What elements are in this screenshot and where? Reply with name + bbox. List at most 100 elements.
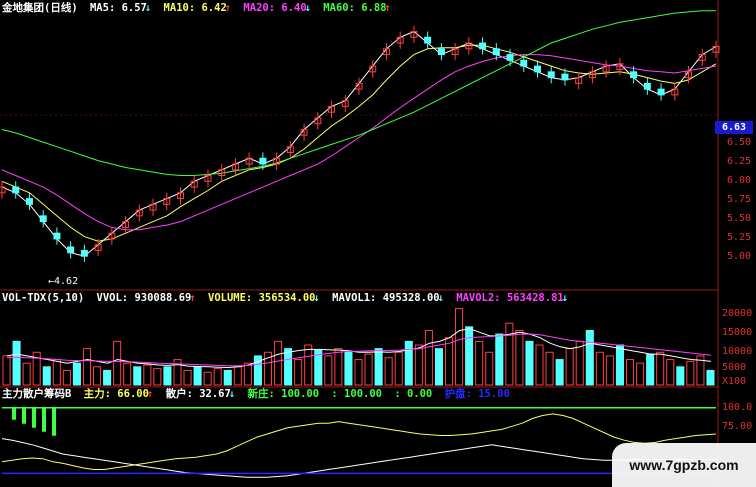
volume-bar: [12, 340, 21, 386]
volume-bar: [545, 351, 554, 386]
volume-header: VOL-TDX(5,10) VVOL: 930088.69↑ VOLUME: 3…: [2, 291, 574, 305]
mavol-line-2: [6, 333, 712, 367]
volume-bar: [565, 348, 574, 386]
volume-bar: [203, 371, 212, 386]
volume-bar: [444, 337, 454, 386]
vvol-arrow: ↑: [189, 292, 196, 304]
volume-bar: [133, 366, 142, 386]
indicator-tick: 100.0: [722, 402, 753, 413]
volume-bar: [82, 348, 92, 386]
volume-bar: [495, 333, 504, 386]
volume-bar: [625, 359, 635, 386]
volume-bar: [636, 362, 645, 386]
candle-body: [437, 48, 445, 56]
volume-bar: [153, 368, 162, 386]
candle-body: [520, 59, 528, 67]
volume-bar: [455, 308, 464, 386]
retail-arrow: ↓: [228, 388, 236, 400]
volume-bar: [686, 360, 695, 386]
volume-bar: [666, 359, 675, 386]
candle-body: [25, 198, 33, 205]
volume-bar: [364, 353, 373, 386]
volume-bar: [284, 348, 293, 386]
indicator-histogram-bar: [42, 407, 46, 432]
volume-bar: [404, 340, 413, 386]
volume-bar: [706, 369, 715, 386]
indicator-histogram-bar: [32, 407, 36, 428]
indicator-tick: 75.00: [722, 421, 753, 432]
ma5-arrow: ↓: [144, 2, 152, 14]
vvol-value: VVOL: 930088.69: [96, 292, 192, 304]
volume-bar: [505, 322, 514, 386]
indicator-histogram-bar: [22, 407, 26, 424]
volume-tick: 15000: [722, 327, 753, 338]
volume-bar: [535, 344, 544, 386]
volume-bar: [424, 329, 433, 386]
ma10-arrow: ↑: [224, 2, 232, 14]
volume-bar: [595, 351, 604, 386]
volume-bar: [324, 355, 333, 386]
volume-bar: [183, 369, 192, 386]
price-tick: 5.00: [727, 251, 752, 262]
volume-tick: 20000: [722, 308, 753, 319]
mavol2-arrow: ↓: [561, 292, 569, 304]
indicator-histogram-bar: [12, 407, 16, 420]
ma20-arrow: ↓: [304, 2, 311, 14]
candle-body: [506, 54, 514, 61]
volume-bar: [394, 351, 403, 386]
vol-indicator-name: VOL-TDX(5,10): [2, 292, 85, 304]
candle-body: [12, 186, 20, 194]
ma5-value: MA5: 6.57: [89, 2, 147, 14]
volume-bar: [605, 355, 614, 386]
volume-bar: [304, 344, 313, 386]
volume-bar: [62, 369, 71, 386]
new-dealer-value: 新庄: 100.00: [247, 388, 320, 400]
volume-bar: [656, 351, 665, 386]
volume-bar: [384, 357, 393, 386]
ind-value-2: : 0.00: [394, 388, 433, 400]
ma20-value: MA20: 6.40: [243, 2, 307, 14]
candle-body: [630, 71, 638, 79]
candle-body: [80, 249, 88, 257]
candle-body: [534, 65, 541, 73]
volume-bar: [414, 344, 423, 386]
price-tick: 6.00: [727, 175, 752, 186]
low-marker: ←4.62: [48, 276, 79, 287]
volume-bar: [243, 362, 252, 386]
price-tick: 6.50: [727, 137, 752, 148]
watermark: www.7gpzb.com: [612, 443, 756, 487]
candle-body: [53, 232, 61, 240]
retail-value: 散户: 32.67: [165, 388, 231, 400]
mavol1-value: MAVOL1: 495328.00: [332, 292, 440, 304]
protect-value: 护盘: 15.00: [444, 388, 510, 400]
volume-bar: [646, 353, 655, 386]
price-tick: 5.25: [727, 232, 752, 243]
volume-bar: [113, 340, 122, 386]
volume-bar: [475, 340, 484, 386]
volume-arrow: ↓: [313, 292, 320, 304]
volume-tick: 5000: [722, 362, 747, 373]
mavol1-arrow: ↓: [437, 292, 444, 304]
volume-bar: [676, 366, 685, 386]
volume-bar: [294, 359, 303, 386]
volume-bar: [334, 348, 343, 386]
candle-body: [547, 71, 555, 79]
main-force-value: 主力: 66.00: [83, 388, 149, 400]
volume-bar: [525, 340, 534, 386]
volume-value: VOLUME: 356534.00: [208, 292, 316, 304]
ma-line-ma10: [1, 44, 717, 242]
indicator-line: [1, 438, 716, 478]
candle-body: [67, 246, 75, 254]
volume-bar: [374, 348, 383, 386]
candle-body: [657, 88, 665, 96]
volume-bar: [233, 366, 242, 386]
ind-value-1: : 100.00: [331, 388, 382, 400]
candle-body: [492, 48, 500, 56]
volume-bar: [72, 362, 81, 386]
volume-bar: [585, 329, 594, 386]
price-tick: 6.25: [727, 156, 752, 167]
candle-body: [259, 157, 267, 165]
stock-chart[interactable]: [0, 0, 756, 487]
volume-bar: [274, 340, 283, 386]
mavol2-value: MAVOL2: 563428.81: [456, 292, 564, 304]
